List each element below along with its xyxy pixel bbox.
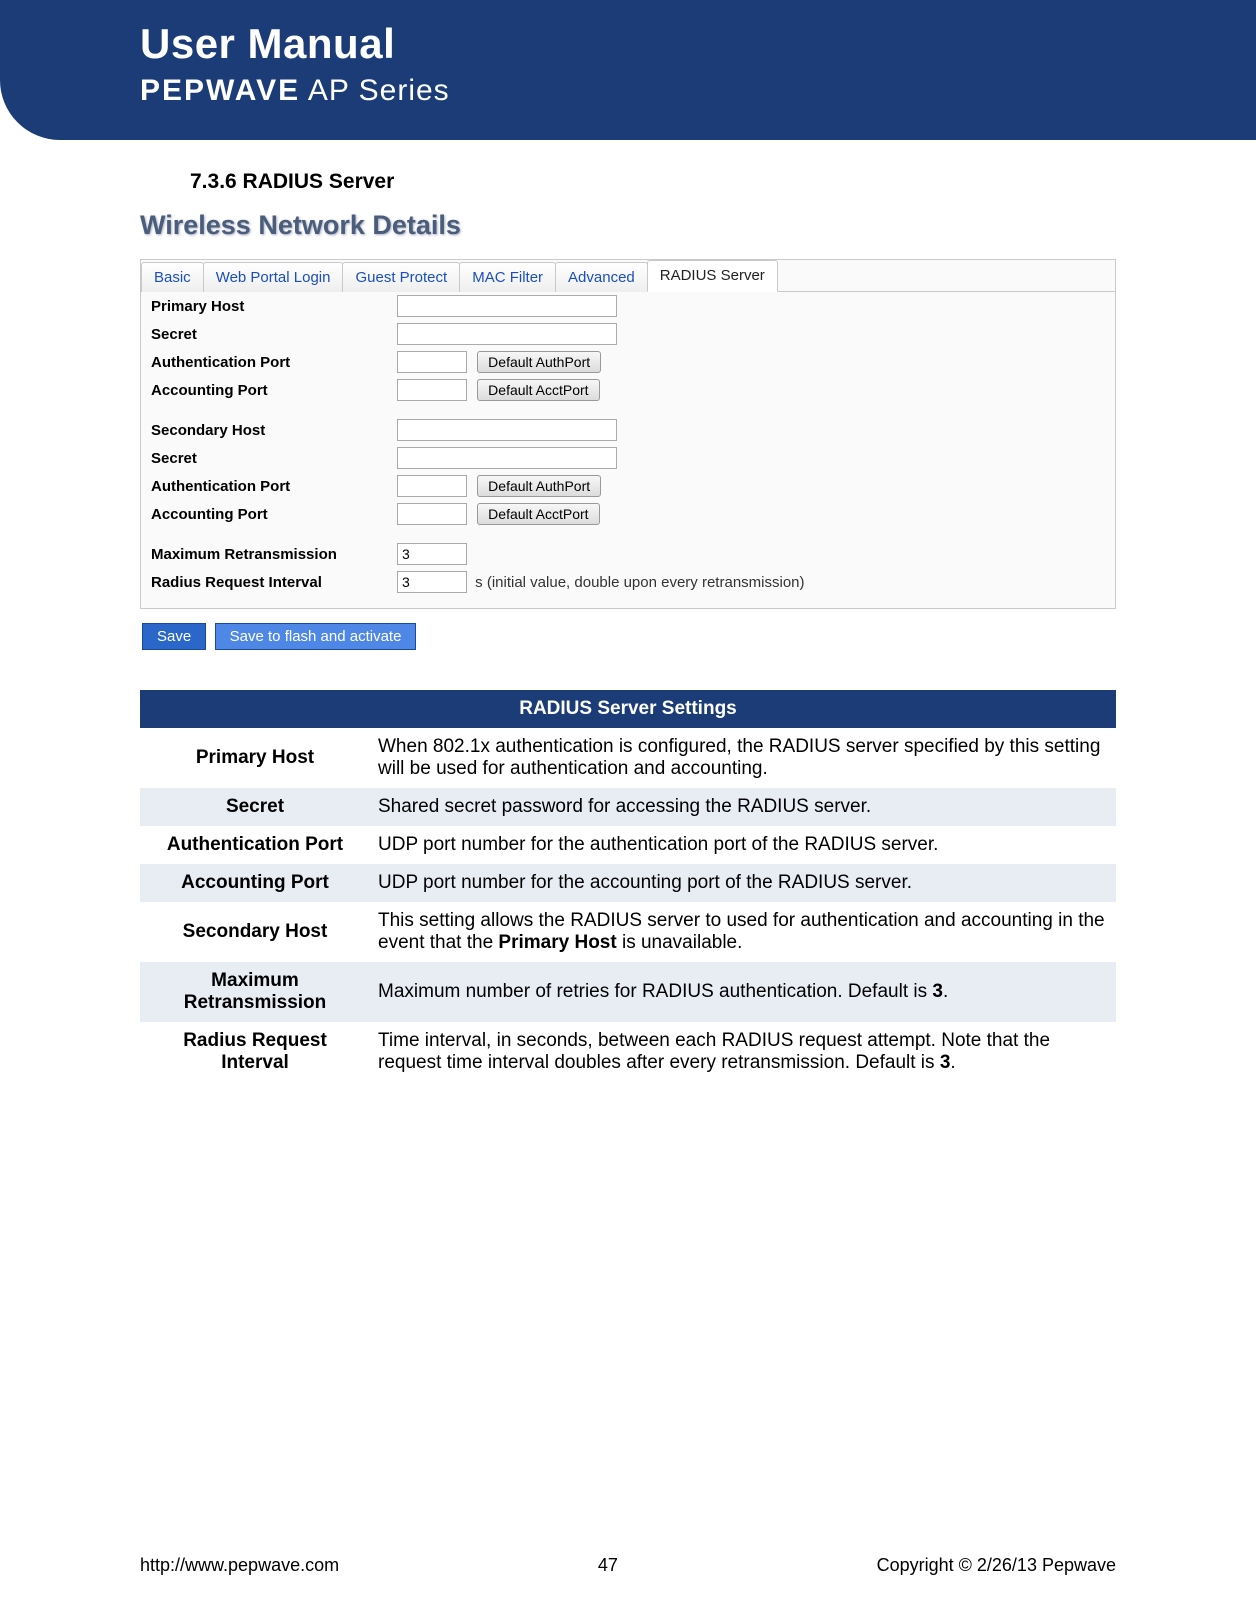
input-primary-acct-port[interactable] bbox=[397, 379, 467, 401]
setting-name: Authentication Port bbox=[140, 826, 370, 864]
footer-url: http://www.pepwave.com bbox=[140, 1555, 339, 1576]
setting-name: Maximum Retransmission bbox=[140, 962, 370, 1022]
label-primary-host: Primary Host bbox=[141, 292, 391, 320]
radius-form: Primary Host Secret Authentication Port … bbox=[141, 292, 1115, 608]
section-heading: 7.3.6 RADIUS Server bbox=[190, 170, 1116, 194]
tab-bar: Basic Web Portal Login Guest Protect MAC… bbox=[141, 260, 1115, 292]
tab-advanced[interactable]: Advanced bbox=[555, 262, 648, 292]
label-secondary-secret: Secret bbox=[141, 444, 391, 472]
save-flash-button[interactable]: Save to flash and activate bbox=[215, 623, 417, 650]
radius-config-panel: Basic Web Portal Login Guest Protect MAC… bbox=[140, 259, 1116, 609]
setting-desc: UDP port number for the accounting port … bbox=[370, 864, 1116, 902]
label-secondary-host: Secondary Host bbox=[141, 416, 391, 444]
input-primary-host[interactable] bbox=[397, 295, 617, 317]
input-primary-auth-port[interactable] bbox=[397, 351, 467, 373]
btn-default-acctport-primary[interactable]: Default AcctPort bbox=[477, 379, 599, 401]
brand-light: AP Series bbox=[300, 74, 450, 107]
label-primary-secret: Secret bbox=[141, 320, 391, 348]
desc-bold: 3 bbox=[932, 981, 943, 1002]
settings-header: RADIUS Server Settings bbox=[140, 690, 1116, 728]
footer-page-number: 47 bbox=[598, 1555, 618, 1576]
btn-default-authport-secondary[interactable]: Default AuthPort bbox=[477, 475, 601, 497]
brand-line: PEPWAVE AP Series bbox=[140, 74, 1256, 108]
label-secondary-acct-port: Accounting Port bbox=[141, 500, 391, 528]
label-max-retrans: Maximum Retransmission bbox=[141, 540, 391, 568]
save-button-row: Save Save to flash and activate bbox=[142, 623, 1116, 650]
settings-description-table: RADIUS Server Settings Primary Host When… bbox=[140, 690, 1116, 1082]
tab-web-portal-login[interactable]: Web Portal Login bbox=[203, 262, 344, 292]
setting-desc: Shared secret password for accessing the… bbox=[370, 788, 1116, 826]
panel-title: Wireless Network Details bbox=[140, 210, 1116, 241]
setting-name: Primary Host bbox=[140, 728, 370, 788]
input-req-interval[interactable] bbox=[397, 571, 467, 593]
label-req-interval: Radius Request Interval bbox=[141, 568, 391, 596]
btn-default-authport-primary[interactable]: Default AuthPort bbox=[477, 351, 601, 373]
page-footer: http://www.pepwave.com 47 Copyright © 2/… bbox=[0, 1555, 1256, 1576]
btn-default-acctport-secondary[interactable]: Default AcctPort bbox=[477, 503, 599, 525]
hint-req-interval: s (initial value, double upon every retr… bbox=[475, 574, 804, 591]
tab-mac-filter[interactable]: MAC Filter bbox=[459, 262, 556, 292]
save-button[interactable]: Save bbox=[142, 623, 206, 650]
label-primary-acct-port: Accounting Port bbox=[141, 376, 391, 404]
input-secondary-auth-port[interactable] bbox=[397, 475, 467, 497]
brand-bold: PEPWAVE bbox=[140, 74, 300, 107]
desc-bold: 3 bbox=[940, 1052, 951, 1073]
document-header: User Manual PEPWAVE AP Series bbox=[0, 0, 1256, 140]
desc-bold: Primary Host bbox=[498, 932, 616, 953]
manual-title: User Manual bbox=[140, 20, 1256, 68]
tab-radius-server[interactable]: RADIUS Server bbox=[647, 260, 778, 292]
label-primary-auth-port: Authentication Port bbox=[141, 348, 391, 376]
tab-basic[interactable]: Basic bbox=[141, 262, 204, 292]
desc-post: is unavailable. bbox=[617, 932, 743, 953]
input-primary-secret[interactable] bbox=[397, 323, 617, 345]
input-secondary-acct-port[interactable] bbox=[397, 503, 467, 525]
setting-name: Secondary Host bbox=[140, 902, 370, 962]
tab-guest-protect[interactable]: Guest Protect bbox=[342, 262, 460, 292]
setting-name: Radius Request Interval bbox=[140, 1022, 370, 1082]
footer-copyright: Copyright © 2/26/13 Pepwave bbox=[877, 1555, 1116, 1576]
setting-name: Accounting Port bbox=[140, 864, 370, 902]
setting-desc: Time interval, in seconds, between each … bbox=[370, 1022, 1116, 1082]
setting-desc: This setting allows the RADIUS server to… bbox=[370, 902, 1116, 962]
setting-name: Secret bbox=[140, 788, 370, 826]
input-secondary-secret[interactable] bbox=[397, 447, 617, 469]
setting-desc: UDP port number for the authentication p… bbox=[370, 826, 1116, 864]
desc-post: . bbox=[950, 1052, 955, 1073]
input-secondary-host[interactable] bbox=[397, 419, 617, 441]
desc-pre: Maximum number of retries for RADIUS aut… bbox=[378, 981, 932, 1002]
setting-desc: When 802.1x authentication is configured… bbox=[370, 728, 1116, 788]
desc-post: . bbox=[943, 981, 948, 1002]
setting-desc: Maximum number of retries for RADIUS aut… bbox=[370, 962, 1116, 1022]
input-max-retrans[interactable] bbox=[397, 543, 467, 565]
label-secondary-auth-port: Authentication Port bbox=[141, 472, 391, 500]
